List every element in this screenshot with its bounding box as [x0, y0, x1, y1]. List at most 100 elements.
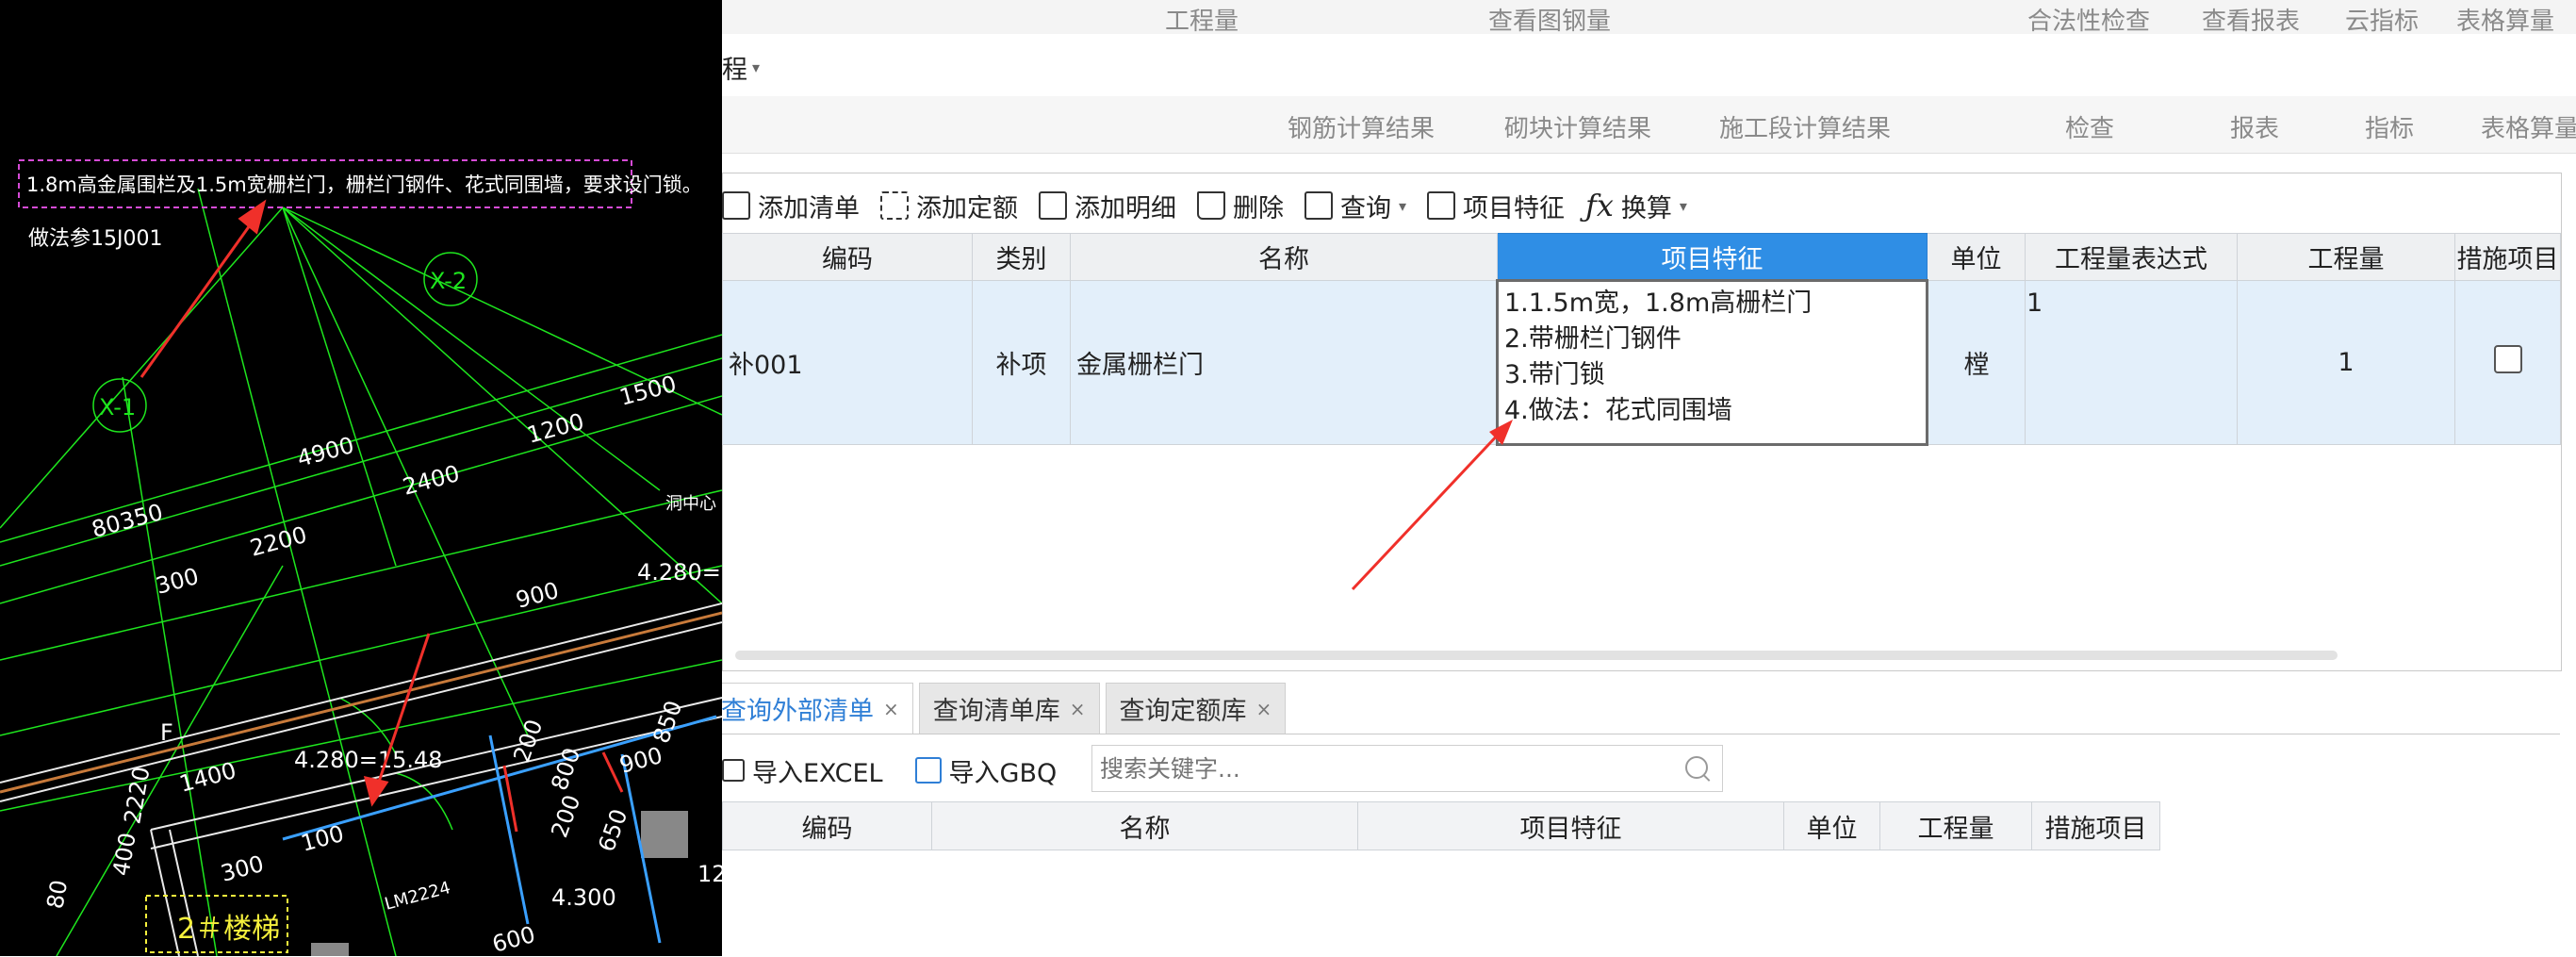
menu-table-quantity[interactable]: 表格算量 [2456, 2, 2554, 37]
col-unit[interactable]: 单位 [1783, 801, 1880, 850]
menu-quantity[interactable]: 工程量 [1165, 2, 1239, 37]
axis-label: X-2 [430, 268, 467, 294]
tab-label: 查询外部清单 [721, 697, 874, 726]
cad-ref: 做法参15J001 [28, 227, 162, 251]
col-expression[interactable]: 工程量表达式 [2025, 233, 2238, 281]
horizontal-scrollbar[interactable] [735, 651, 2338, 660]
col-name[interactable]: 名称 [931, 801, 1358, 850]
feature-line: 1.1.5m宽，1.8m高栅栏门 [1504, 289, 1813, 318]
dim-label: F [160, 719, 173, 746]
list-table: 编码 类别 名称 项目特征 单位 工程量表达式 工程量 措施项目 补001 补项… [722, 233, 2561, 446]
dim-label: 4.280= [637, 559, 721, 586]
gbq-icon [914, 757, 942, 784]
tab-query-external-list[interactable]: 查询外部清单 × [707, 683, 913, 734]
search-icon[interactable] [1685, 756, 1708, 779]
dim-label: 12 [697, 861, 722, 887]
tab-rebar-result[interactable]: 钢筋计算结果 [1288, 109, 1435, 144]
import-excel-button[interactable]: 导入EXCEL [722, 752, 883, 789]
col-item-feature[interactable]: 项目特征 [1497, 233, 1928, 281]
dim-label: 850 [648, 697, 687, 747]
project-label: 程 [722, 56, 747, 85]
tab-index[interactable]: 指标 [2365, 109, 2414, 144]
delete-button[interactable]: 删除 [1197, 188, 1284, 224]
dim-label: 300 [218, 850, 266, 887]
close-icon[interactable]: × [1256, 698, 1272, 720]
result-tab-strip: 钢筋计算结果 砌块计算结果 施工段计算结果 检查 报表 指标 表格算量 [722, 96, 2576, 154]
dim-label: 2220 [119, 765, 155, 826]
dim-label: 800 [546, 744, 585, 794]
chevron-down-icon[interactable]: ▾ [1399, 197, 1406, 215]
convert-button[interactable]: ƒx 换算 ▾ [1585, 188, 1687, 224]
cell-unit[interactable]: 樘 [1927, 280, 2026, 445]
menu-view-report[interactable]: 查看报表 [2202, 2, 2300, 37]
measure-checkbox[interactable] [2493, 345, 2522, 373]
tab-label: 查询定额库 [1119, 697, 1247, 726]
search-input[interactable] [1091, 745, 1723, 792]
tab-block-result[interactable]: 砌块计算结果 [1504, 109, 1651, 144]
menu-cloud-index[interactable]: 云指标 [2345, 2, 2419, 37]
add-list-label: 添加清单 [758, 193, 860, 223]
add-list-button[interactable]: 添加清单 [722, 188, 860, 224]
table-row[interactable]: 补001 补项 金属栅栏门 1.1.5m宽，1.8m高栅栏门 2.带栅栏门钢件 … [722, 279, 2561, 446]
feature-line: 3.带门锁 [1504, 360, 1605, 389]
dim-label: 350 [117, 499, 165, 536]
dim-label: 600 [489, 921, 537, 956]
item-feature-label: 项目特征 [1463, 193, 1566, 223]
cell-type[interactable]: 补项 [972, 280, 1071, 445]
tab-query-quota-library[interactable]: 查询定额库 × [1105, 683, 1287, 734]
dim-label: LM2224 [383, 878, 452, 915]
feature-line: 4.做法：花式同围墙 [1504, 396, 1732, 425]
dim-label: 4.300 [551, 884, 616, 911]
cell-measure[interactable] [2454, 280, 2561, 445]
chevron-down-icon[interactable]: ▾ [752, 58, 760, 76]
cell-expression[interactable]: 1 [2025, 280, 2238, 445]
tab-query-list-library[interactable]: 查询清单库 × [918, 683, 1100, 734]
col-measure[interactable]: 措施项目 [2031, 801, 2160, 850]
add-detail-button[interactable]: 添加明细 [1039, 188, 1176, 224]
dim-label: 80 [41, 878, 73, 911]
cell-code[interactable]: 补001 [722, 280, 973, 445]
col-unit[interactable]: 单位 [1927, 233, 2026, 281]
table-header-row: 编码 类别 名称 项目特征 单位 工程量表达式 工程量 措施项目 [722, 233, 2561, 281]
col-name[interactable]: 名称 [1070, 233, 1498, 281]
import-gbq-button[interactable]: 导入GBQ [914, 752, 1057, 789]
list-toolbar: 添加清单 添加定额 添加明细 删除 查询 ▾ 项目特征 ƒx 换算 ▾ [722, 179, 1687, 232]
axis-label: X-1 [99, 394, 136, 421]
cell-item-feature[interactable]: 1.1.5m宽，1.8m高栅栏门 2.带栅栏门钢件 3.带门锁 4.做法：花式同… [1496, 279, 1928, 446]
dim-label: 100 [298, 820, 346, 857]
top-menu-bar: 工程量 查看图钢量 合法性检查 查看报表 云指标 表格算量 [722, 0, 2576, 37]
add-quota-icon [880, 191, 909, 220]
tab-report[interactable]: 报表 [2230, 109, 2279, 144]
feature-icon [1427, 191, 1456, 220]
cad-drawing[interactable]: 1.8m高金属围栏及1.5m宽栅栏门，栅栏门钢件、花式同围墙，要求设门锁。 做法… [0, 0, 722, 956]
cad-note: 1.8m高金属围栏及1.5m宽栅栏门，栅栏门钢件、花式同围墙，要求设门锁。 [26, 173, 702, 196]
close-icon[interactable]: × [1070, 698, 1086, 720]
col-quantity[interactable]: 工程量 [2237, 233, 2455, 281]
col-quantity[interactable]: 工程量 [1879, 801, 2032, 850]
query-tabs: 查询外部清单 × 查询清单库 × 查询定额库 × [707, 683, 1287, 734]
add-detail-label: 添加明细 [1075, 193, 1176, 223]
cell-quantity[interactable]: 1 [2237, 280, 2455, 445]
dim-label: 1200 [524, 408, 586, 449]
add-quota-button[interactable]: 添加定额 [880, 188, 1018, 224]
menu-legality-check[interactable]: 合法性检查 [2027, 2, 2150, 37]
dim-label: 200 [546, 791, 585, 841]
col-measure[interactable]: 措施项目 [2454, 233, 2561, 281]
tab-stage-result[interactable]: 施工段计算结果 [1719, 109, 1891, 144]
external-list-table: 编码 名称 项目特征 单位 工程量 措施项目 [722, 801, 2160, 850]
stair-label: 2＃楼梯 [177, 913, 280, 946]
query-button[interactable]: 查询 ▾ [1304, 188, 1406, 224]
chevron-down-icon[interactable]: ▾ [1680, 197, 1687, 215]
close-icon[interactable]: × [883, 698, 899, 720]
side-label: 洞中心 [665, 494, 716, 514]
menu-view-rebar[interactable]: 查看图钢量 [1488, 2, 1611, 37]
col-code[interactable]: 编码 [722, 801, 932, 850]
col-code[interactable]: 编码 [722, 233, 973, 281]
tab-check[interactable]: 检查 [2065, 109, 2114, 144]
dim-label: 900 [616, 742, 665, 779]
tab-table-qty[interactable]: 表格算量 [2481, 109, 2576, 144]
col-type[interactable]: 类别 [972, 233, 1071, 281]
item-feature-button[interactable]: 项目特征 [1427, 188, 1565, 224]
col-item-feature[interactable]: 项目特征 [1357, 801, 1784, 850]
import-excel-label: 导入EXCEL [752, 758, 883, 788]
